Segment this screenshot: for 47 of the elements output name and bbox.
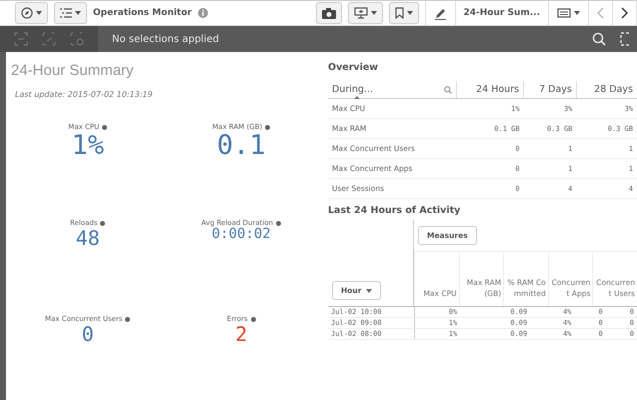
- search-icon[interactable]: [444, 86, 452, 94]
- kpi-value: 48: [76, 227, 100, 249]
- pencil-icon: [434, 6, 447, 20]
- search-icon[interactable]: [592, 32, 606, 46]
- activity-title: Last 24 Hours of Activity: [328, 205, 462, 216]
- column-header[interactable]: 28 Days: [576, 81, 637, 98]
- kpi-value: 0:00:02: [212, 227, 271, 242]
- info-icon: [102, 124, 108, 130]
- info-icon: [276, 220, 282, 226]
- overview-title: Overview: [328, 62, 380, 73]
- menu-dropdown-button[interactable]: [54, 2, 87, 24]
- caret-icon: [75, 11, 81, 15]
- app-title: Operations Monitor: [93, 8, 192, 18]
- sort-icon: [354, 96, 360, 99]
- last-update-text: Last update: 2015-07-02 10:13:19: [15, 90, 154, 99]
- caret-icon: [406, 11, 413, 15]
- bookmark-icon: [394, 7, 404, 19]
- caret-icon: [366, 288, 372, 292]
- caret-icon: [36, 11, 42, 15]
- kpi-value: 2: [235, 323, 248, 345]
- camera-button[interactable]: [316, 2, 342, 24]
- column-header[interactable]: 7 Days: [524, 81, 576, 98]
- screen-icon: [354, 7, 368, 19]
- info-icon: [265, 124, 270, 130]
- present-dropdown-button[interactable]: [348, 2, 383, 24]
- chevron-left-icon: [597, 7, 604, 19]
- compass-dropdown-button[interactable]: [15, 2, 48, 24]
- kpi-value: 0.1: [216, 131, 266, 161]
- selections-status: No selections applied: [112, 34, 219, 44]
- kpi-value: 1%: [71, 131, 104, 161]
- list-icon: [60, 8, 72, 18]
- info-icon: [250, 316, 256, 322]
- chevron-right-icon: [621, 7, 628, 19]
- compass-icon: [21, 7, 33, 19]
- info-icon: [100, 220, 106, 226]
- bookmark-dropdown-button[interactable]: [388, 2, 419, 24]
- caret-icon: [574, 11, 580, 15]
- column-header[interactable]: During...: [332, 84, 373, 95]
- camera-icon: [322, 8, 336, 18]
- kpi-value: 0: [82, 323, 94, 345]
- sheets-icon: [557, 8, 571, 18]
- info-icon: [198, 8, 208, 18]
- sheet-title: 24-Hour Summary: [11, 62, 135, 79]
- info-icon: [125, 316, 130, 322]
- caret-icon: [370, 11, 377, 15]
- column-header[interactable]: 24 Hours: [456, 81, 524, 98]
- selection-frame-icon[interactable]: [620, 32, 629, 46]
